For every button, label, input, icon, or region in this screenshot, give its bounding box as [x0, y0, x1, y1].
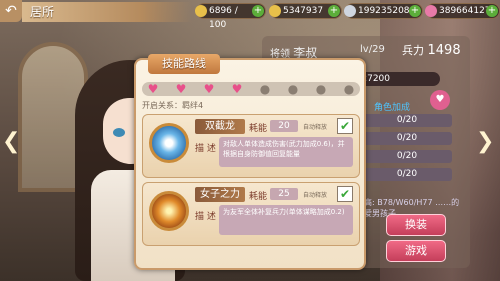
level-label-text: lv [360, 44, 369, 55]
phoenix-skill-icon [149, 191, 189, 231]
stamina-icon [195, 5, 207, 17]
resource-gem-value: 389664127 [439, 6, 491, 16]
heart-icon: ♥ [147, 82, 159, 96]
heart-icon: ♥ [203, 82, 215, 96]
affection-heart-track: ♥ ♥ ♥ ♥ ● ● ● ● [142, 82, 360, 96]
cost-label: 耗能 [249, 124, 268, 134]
cost-value: 20 [270, 120, 298, 132]
top-bar: ↶ 居所 6896 / 100 + 5347937 + 199235208 + … [0, 0, 500, 30]
gold-coin-icon [269, 5, 281, 17]
skill-route-dialog: 技能路线 ♥ ♥ ♥ ♥ ● ● ● ● 开启关系：羁绊4 双截龙 耗能 20 … [134, 54, 366, 270]
power-label: 兵力 1498 [402, 42, 461, 58]
description-label: 描 述 [195, 144, 216, 154]
cost-value: 25 [270, 188, 298, 200]
add-gold-button[interactable]: + [328, 5, 340, 17]
skill-name: 双截龙 [195, 119, 245, 134]
heart-empty-icon: ● [343, 82, 355, 96]
resource-silver-value: 199235208 [358, 6, 410, 16]
resource-gold-value: 5347937 [283, 6, 324, 16]
skill-card[interactable]: 双截龙 耗能 20 自动释放 ✔ 描 述 对敌人单体造成伤害(武力加成0.6)，… [142, 114, 360, 178]
cost-label: 耗能 [249, 192, 268, 202]
skill-name: 女子之力 [195, 187, 245, 202]
heart-icon: ♥ [175, 82, 187, 96]
resource-stamina: 6896 / 100 + [195, 3, 266, 30]
attribute-row: 0/20 [362, 168, 452, 181]
attribute-row: 0/20 [362, 150, 452, 163]
heart-empty-icon: ● [259, 82, 271, 96]
game-button[interactable]: 游戏 [386, 240, 446, 262]
vortex-skill-icon [149, 123, 189, 163]
change-outfit-button[interactable]: 换装 [386, 214, 446, 236]
silver-icon [344, 5, 356, 17]
skill-description: 为友军全体补复兵力(单体谋略加成0.2) [219, 205, 353, 235]
add-silver-button[interactable]: + [409, 5, 421, 17]
heart-icon: ♥ [430, 90, 450, 110]
level-label: lv/29 [360, 44, 385, 55]
heart-empty-icon: ● [287, 82, 299, 96]
description-label: 描 述 [195, 212, 216, 222]
skill-card[interactable]: 女子之力 耗能 25 自动释放 ✔ 描 述 为友军全体补复兵力(单体谋略加成0.… [142, 182, 360, 246]
resource-silver: 199235208 + [344, 3, 423, 19]
next-character-arrow-icon[interactable]: ❯ [476, 128, 494, 156]
dialog-title: 技能路线 [148, 54, 220, 74]
resource-gem: 389664127 + [425, 3, 500, 19]
previous-character-arrow-icon[interactable]: ❮ [2, 128, 20, 156]
power-value: 1498 [427, 43, 461, 58]
auto-cast-label: 自动释放 [303, 192, 328, 199]
skill-description: 对敌人单体造成伤害(武力加成0.6)，并根据自身防御值回复能量 [219, 137, 353, 167]
auto-cast-checkbox[interactable]: ✔ [337, 186, 353, 202]
attribute-header: 角色加成 [374, 103, 411, 113]
heart-empty-icon: ● [315, 82, 327, 96]
character-eye-left [113, 128, 125, 137]
page-title: 居所 [22, 2, 192, 22]
auto-cast-label: 自动释放 [303, 124, 328, 131]
auto-cast-checkbox[interactable]: ✔ [337, 118, 353, 134]
add-gem-button[interactable]: + [486, 5, 498, 17]
power-label-text: 兵力 [402, 44, 424, 57]
gem-icon [425, 5, 437, 17]
return-arrow-icon[interactable]: ↶ [0, 0, 22, 22]
add-stamina-button[interactable]: + [252, 5, 264, 17]
heart-icon: ♥ [231, 82, 243, 96]
attribute-row: 0/20 [362, 132, 452, 145]
resource-gold: 5347937 + [269, 3, 342, 19]
attribute-row: 0/20 [362, 114, 452, 127]
unlock-condition: 开启关系：羁绊4 [142, 101, 204, 110]
level-value: 29 [372, 44, 385, 55]
